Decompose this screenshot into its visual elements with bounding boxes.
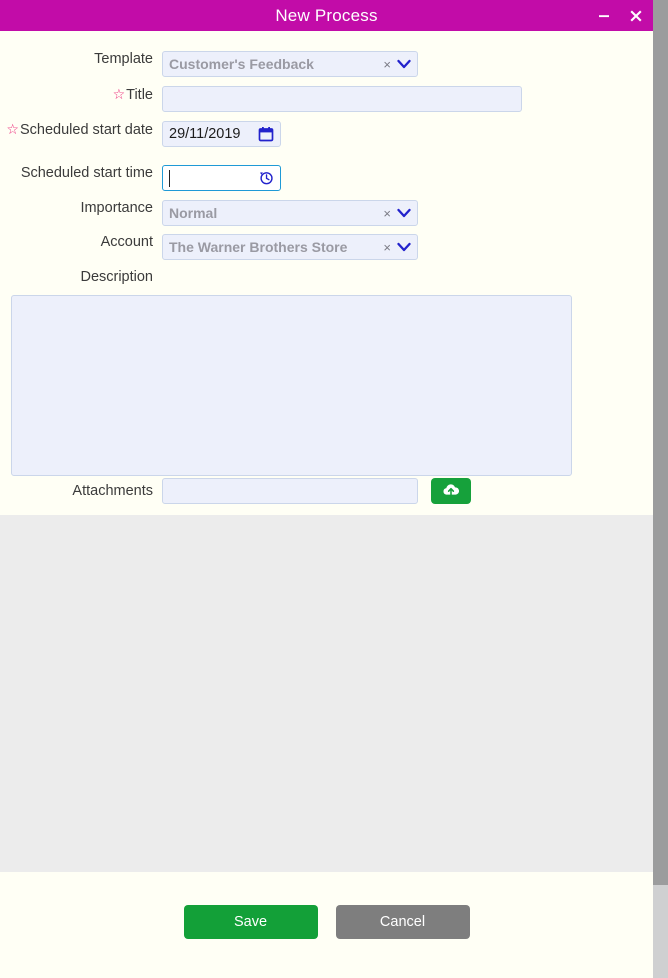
attachments-input[interactable] [162,478,418,504]
label-title-text: Title [126,87,153,103]
importance-clear-icon[interactable]: × [383,207,391,220]
title-bar: New Process [0,0,653,31]
save-button[interactable]: Save [183,905,318,939]
empty-panel [0,515,653,872]
form-row-description: Description [0,269,653,286]
vertical-scrollbar-track[interactable] [653,0,668,978]
label-account: Account [100,234,153,250]
dialog-footer: Save Cancel [0,872,653,978]
clock-history-icon[interactable] [258,170,274,186]
chevron-down-icon[interactable] [397,208,411,218]
cloud-upload-icon [441,482,461,501]
label-template: Template [94,51,153,67]
required-star-icon: ☆ [112,86,126,102]
description-textarea[interactable] [11,295,572,476]
label-description: Description [80,269,153,285]
template-clear-icon[interactable]: × [383,58,391,71]
calendar-icon[interactable] [258,126,274,142]
chevron-down-icon[interactable] [397,242,411,252]
required-star-icon: ☆ [6,121,19,137]
window-controls [595,0,645,31]
label-importance: Importance [80,200,153,216]
form-row-account: Account The Warner Brothers Store × [0,234,653,260]
importance-select[interactable]: Normal × [162,200,418,226]
scheduled-start-date-value: 29/11/2019 [169,126,241,142]
account-select-value: The Warner Brothers Store [169,239,348,255]
text-cursor [169,170,170,187]
form-body: Template Customer's Feedback × ☆Title ☆S… [0,31,653,515]
form-row-template: Template Customer's Feedback × [0,51,653,77]
minimize-icon[interactable] [595,7,613,25]
chevron-down-icon[interactable] [397,59,411,69]
scheduled-start-time-input[interactable] [162,165,281,191]
label-scheduled-start-date: ☆Scheduled start date [0,121,153,139]
label-attachments: Attachments [72,482,153,499]
importance-select-value: Normal [169,205,218,221]
close-icon[interactable] [627,7,645,25]
template-select[interactable]: Customer's Feedback × [162,51,418,77]
form-row-scheduled-start-date: ☆Scheduled start date 29/11/2019 [0,121,653,147]
form-row-importance: Importance Normal × [0,200,653,226]
description-textarea-wrap [11,295,572,476]
account-clear-icon[interactable]: × [383,241,391,254]
label-scheduled-start-time: Scheduled start time [20,165,153,181]
vertical-scrollbar-thumb[interactable] [653,0,668,885]
form-row-title: ☆Title [0,86,653,112]
label-title: ☆Title [0,86,153,104]
footer-buttons: Save Cancel [0,905,653,939]
form-row-attachments: Attachments [0,478,653,504]
new-process-dialog: New Process Template Customer's Feedback… [0,0,668,978]
template-select-value: Customer's Feedback [169,56,314,72]
upload-button[interactable] [431,478,471,504]
page-title: New Process [275,6,378,25]
cancel-button[interactable]: Cancel [335,905,470,939]
form-row-scheduled-start-time: Scheduled start time [0,165,653,191]
account-select[interactable]: The Warner Brothers Store × [162,234,418,260]
title-input[interactable] [162,86,522,112]
label-scheduled-start-date-text: Scheduled start date [19,122,153,138]
scheduled-start-date-input[interactable]: 29/11/2019 [162,121,281,147]
